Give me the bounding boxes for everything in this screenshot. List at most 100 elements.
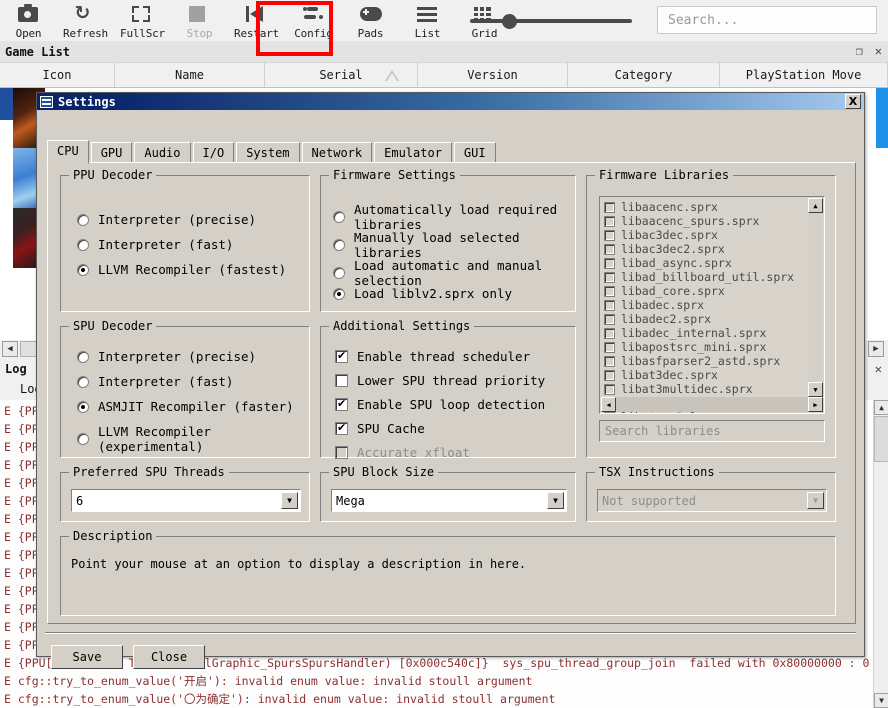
ppu-option-llvm-recompiler[interactable]: LLVM Recompiler (fastest) — [77, 262, 286, 277]
settings-menu-icon[interactable] — [40, 96, 53, 108]
toolbar-button-pads[interactable]: Pads — [342, 0, 399, 41]
scroll-up-icon[interactable]: ▲ — [808, 198, 823, 213]
radio-icon-selected[interactable] — [333, 288, 345, 300]
checkbox-icon[interactable] — [604, 356, 615, 367]
checkbox-icon[interactable] — [604, 230, 615, 241]
radio-icon[interactable] — [77, 214, 89, 226]
scroll-left-icon[interactable]: ◀ — [2, 341, 18, 357]
scroll-down-icon[interactable]: ▼ — [874, 693, 888, 708]
library-search-input[interactable]: Search libraries — [599, 420, 825, 442]
radio-icon-selected[interactable] — [77, 401, 89, 413]
save-button[interactable]: Save — [51, 645, 123, 669]
toolbar-button-stop[interactable]: Stop — [171, 0, 228, 41]
library-list-item[interactable]: libad_core.sprx — [600, 284, 806, 298]
chevron-down-icon[interactable]: ▼ — [281, 492, 298, 509]
library-list-item[interactable]: libadec2.sprx — [600, 312, 806, 326]
spu-block-size-combo[interactable]: Mega ▼ — [331, 489, 567, 512]
settings-title-bar[interactable]: Settings X — [37, 93, 864, 110]
library-list-horizontal-scrollbar[interactable]: ◀ ▶ — [601, 397, 823, 412]
firmware-option-liblv2-only[interactable]: Load liblv2.sprx only — [333, 286, 512, 301]
checkbox-icon[interactable] — [604, 216, 615, 227]
close-icon[interactable]: ✕ — [875, 44, 882, 58]
column-header-serial[interactable]: Serial — [265, 63, 418, 87]
checkbox-icon[interactable] — [604, 370, 615, 381]
icon-size-slider[interactable] — [470, 12, 632, 30]
radio-icon[interactable] — [333, 239, 345, 251]
close-button[interactable]: Close — [133, 645, 205, 669]
checkbox-lower-spu-thread-priority[interactable]: Lower SPU thread priority — [335, 373, 545, 388]
scroll-left-icon[interactable]: ◀ — [601, 397, 616, 412]
tab-gpu[interactable]: GPU — [91, 142, 133, 164]
ppu-option-interpreter-precise[interactable]: Interpreter (precise) — [77, 212, 256, 227]
library-list-item[interactable]: libat3dec.sprx — [600, 368, 806, 382]
radio-icon[interactable] — [333, 267, 345, 279]
library-list-item[interactable]: libac3dec.sprx — [600, 228, 806, 242]
library-list-item[interactable]: libapostsrc_mini.sprx — [600, 340, 806, 354]
close-icon[interactable]: ✕ — [875, 362, 882, 376]
scroll-down-icon[interactable]: ▼ — [808, 382, 823, 397]
library-list-item[interactable]: libac3dec2.sprx — [600, 242, 806, 256]
library-list-item[interactable]: libad_async.sprx — [600, 256, 806, 270]
slider-thumb[interactable] — [502, 14, 517, 29]
checkbox-icon[interactable] — [604, 384, 615, 395]
tab-emulator[interactable]: Emulator — [374, 142, 452, 164]
checkbox-icon[interactable] — [604, 286, 615, 297]
firmware-option-auto-and-manual[interactable]: Load automatic and manual selection — [333, 258, 575, 288]
checkbox-checked-icon[interactable] — [335, 350, 348, 363]
checkbox-icon[interactable] — [335, 374, 348, 387]
checkbox-icon[interactable] — [604, 328, 615, 339]
column-header-name[interactable]: Name — [115, 63, 265, 87]
spu-option-llvm-recompiler[interactable]: LLVM Recompiler (experimental) — [77, 424, 309, 454]
toolbar-button-fullscreen[interactable]: FullScr — [114, 0, 171, 41]
scroll-up-icon[interactable]: ▲ — [874, 400, 888, 415]
spu-option-interpreter-fast[interactable]: Interpreter (fast) — [77, 374, 233, 389]
preferred-spu-threads-combo[interactable]: 6 ▼ — [71, 489, 301, 512]
spu-option-asmjit-recompiler[interactable]: ASMJIT Recompiler (faster) — [77, 399, 294, 414]
tab-audio[interactable]: Audio — [134, 142, 190, 164]
radio-icon[interactable] — [77, 433, 89, 445]
checkbox-checked-icon[interactable] — [335, 398, 348, 411]
column-header-category[interactable]: Category — [568, 63, 720, 87]
tab-network[interactable]: Network — [302, 142, 373, 164]
scroll-right-icon[interactable]: ▶ — [868, 341, 884, 357]
checkbox-icon[interactable] — [604, 202, 615, 213]
checkbox-enable-spu-loop-detection[interactable]: Enable SPU loop detection — [335, 397, 545, 412]
tab-cpu[interactable]: CPU — [47, 140, 89, 164]
radio-icon[interactable] — [77, 376, 89, 388]
column-header-playstation-move[interactable]: PlayStation Move — [720, 63, 888, 87]
column-header-version[interactable]: Version — [418, 63, 568, 87]
library-list-item[interactable]: libadec.sprx — [600, 298, 806, 312]
radio-icon[interactable] — [77, 351, 89, 363]
checkbox-icon[interactable] — [604, 342, 615, 353]
checkbox-checked-icon[interactable] — [335, 422, 348, 435]
scroll-right-icon[interactable]: ▶ — [808, 397, 823, 412]
checkbox-spu-cache[interactable]: SPU Cache — [335, 421, 425, 436]
tab-gui[interactable]: GUI — [454, 142, 496, 164]
checkbox-icon[interactable] — [604, 272, 615, 283]
firmware-libraries-list[interactable]: libaacenc.sprxlibaacenc_spurs.sprxlibac3… — [599, 196, 825, 414]
radio-icon[interactable] — [77, 239, 89, 251]
restore-icon[interactable]: ❐ — [856, 44, 863, 58]
search-input[interactable]: Search... — [657, 6, 877, 34]
library-list-item[interactable]: libasfparser2_astd.sprx — [600, 354, 806, 368]
checkbox-icon[interactable] — [604, 244, 615, 255]
chevron-down-icon[interactable]: ▼ — [547, 492, 564, 509]
radio-icon[interactable] — [333, 211, 345, 223]
toolbar-button-refresh[interactable]: ↻ Refresh — [57, 0, 114, 41]
ppu-option-interpreter-fast[interactable]: Interpreter (fast) — [77, 237, 233, 252]
library-list-vertical-scrollbar[interactable]: ▲ ▼ — [808, 198, 823, 397]
checkbox-enable-thread-scheduler[interactable]: Enable thread scheduler — [335, 349, 530, 364]
radio-icon-selected[interactable] — [77, 264, 89, 276]
library-list-item[interactable]: libaacenc.sprx — [600, 200, 806, 214]
close-icon[interactable]: X — [845, 94, 861, 109]
toolbar-button-open[interactable]: Open — [0, 0, 57, 41]
checkbox-icon[interactable] — [604, 300, 615, 311]
toolbar-button-restart[interactable]: Restart — [228, 0, 285, 41]
column-header-icon[interactable]: Icon — [0, 63, 115, 87]
library-list-item[interactable]: libadec_internal.sprx — [600, 326, 806, 340]
tab-io[interactable]: I/O — [193, 142, 235, 164]
toolbar-button-list[interactable]: List — [399, 0, 456, 41]
library-list-item[interactable]: libaacenc_spurs.sprx — [600, 214, 806, 228]
tab-system[interactable]: System — [236, 142, 299, 164]
spu-option-interpreter-precise[interactable]: Interpreter (precise) — [77, 349, 256, 364]
